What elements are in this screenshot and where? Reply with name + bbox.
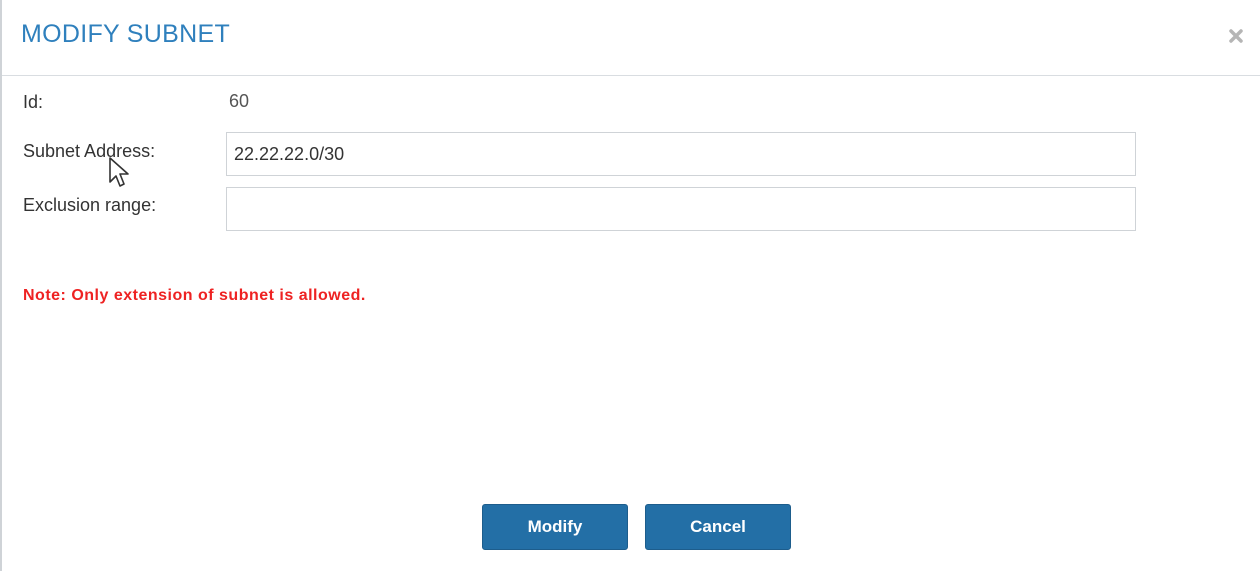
cancel-button[interactable]: Cancel [645, 504, 791, 550]
subnet-address-label: Subnet Address: [23, 141, 156, 161]
close-icon [1229, 29, 1243, 43]
id-value: 60 [229, 91, 250, 111]
subnet-address-input[interactable] [226, 132, 1136, 176]
note-text: Note: Only extension of subnet is allowe… [23, 287, 366, 304]
modify-subnet-dialog: MODIFY SUBNET Id: 60 Subnet Address: Exc… [0, 0, 1260, 571]
modify-button[interactable]: Modify [482, 504, 628, 550]
exclusion-range-label: Exclusion range: [23, 195, 157, 215]
dialog-header: MODIFY SUBNET [2, 0, 1260, 76]
id-label: Id: [23, 92, 44, 112]
close-button[interactable] [1222, 22, 1250, 50]
dialog-title: MODIFY SUBNET [21, 20, 231, 48]
exclusion-range-input[interactable] [226, 187, 1136, 231]
